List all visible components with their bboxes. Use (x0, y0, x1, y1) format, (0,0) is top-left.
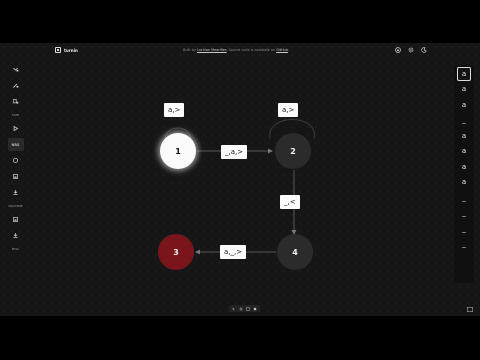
tape-cell[interactable]: _ (457, 222, 471, 236)
app-window: turnin Built by Lochlan Mearifies. Sourc… (0, 43, 480, 316)
tape-cell[interactable]: a (457, 144, 471, 158)
state-label-1: 1 (175, 146, 181, 156)
tape-cell[interactable]: _ (457, 191, 471, 205)
tape-cell[interactable]: a (457, 82, 471, 96)
zoom-icon[interactable] (246, 306, 250, 311)
state-node-1[interactable]: 1 (160, 133, 196, 169)
state-node-4[interactable]: 4 (277, 234, 313, 270)
tape-cell[interactable]: _ (457, 206, 471, 220)
transition-label-2-loop[interactable]: a,> (278, 103, 299, 117)
state-node-3[interactable]: 3 (158, 234, 194, 270)
state-label-4: 4 (292, 247, 298, 257)
state-label-3: 3 (173, 247, 179, 257)
tape-cell[interactable]: _ (457, 237, 471, 251)
tape-cell[interactable]: a (457, 160, 471, 174)
canvas-controls-dock (229, 305, 260, 312)
fit-icon[interactable] (253, 307, 257, 311)
state-node-2[interactable]: 2 (275, 133, 311, 169)
pointer-icon[interactable] (232, 306, 236, 311)
transition-label-1-to-2[interactable]: _,a,> (221, 145, 248, 159)
tape-cell[interactable]: _ (457, 113, 471, 127)
minimap-toggle-icon[interactable] (466, 306, 473, 312)
tape-cell[interactable]: a (457, 98, 471, 112)
transition-label-1-loop[interactable]: a,> (164, 103, 185, 117)
tape-panel: a a a _ a a a a _ _ _ _ (454, 65, 474, 283)
letterbox-top (0, 0, 480, 43)
tape-cell-head[interactable]: a (457, 66, 471, 81)
letterbox-bottom (0, 316, 480, 360)
state-label-2: 2 (290, 146, 296, 156)
transition-label-4-to-3[interactable]: a,_,> (220, 245, 247, 259)
transition-label-2-to-4[interactable]: _,< (280, 195, 300, 209)
pan-icon[interactable] (239, 306, 243, 311)
tape-cell[interactable]: a (457, 129, 471, 143)
transition-arrows (164, 119, 315, 255)
tape-cell[interactable]: a (457, 175, 471, 189)
state-graph-canvas[interactable]: 1 2 3 4 a,> a,> _,a,> _,< a,_,> (0, 43, 480, 316)
